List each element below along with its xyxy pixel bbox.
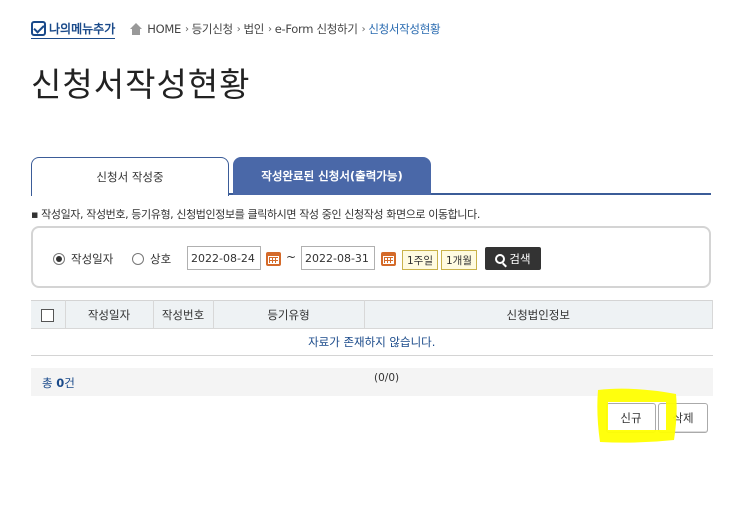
radio-unselected-icon: [132, 253, 144, 265]
search-panel: 작성일자 상호 ~ 1주일 1개월 검색: [31, 226, 711, 288]
search-button[interactable]: 검색: [485, 247, 541, 270]
column-write-date[interactable]: 작성일자: [64, 300, 154, 329]
new-button[interactable]: 신규: [606, 403, 656, 433]
chevron-right-icon: ›: [184, 23, 189, 35]
breadcrumb-eform[interactable]: e-Form 신청하기: [275, 21, 358, 37]
select-all-cell: [31, 300, 66, 329]
delete-button[interactable]: 삭제: [658, 403, 708, 433]
table-header-row: 작성일자 작성번호 등기유형 신청법인정보: [31, 300, 713, 329]
top-bar: 나의메뉴추가 HOME › 등기신청 › 법인 › e-Form 신청하기 › …: [31, 19, 441, 39]
radio-company-name-label: 상호: [150, 252, 172, 266]
table-row: 자료가 존재하지 않습니다.: [31, 328, 713, 356]
home-icon: [129, 23, 143, 35]
tab-bar: 신청서 작성중 작성완료된 신청서(출력가능): [31, 157, 711, 196]
search-button-label: 검색: [509, 251, 531, 266]
column-write-number[interactable]: 작성번호: [152, 300, 214, 329]
radio-selected-icon: [53, 253, 65, 265]
search-icon: [495, 253, 506, 264]
radio-write-date[interactable]: 작성일자: [53, 251, 113, 267]
radio-write-date-label: 작성일자: [71, 252, 114, 266]
breadcrumb-home[interactable]: HOME: [147, 22, 181, 36]
date-range-separator: ~: [286, 250, 297, 264]
notice-text: ▪ 작성일자, 작성번호, 등기유형, 신청법인정보를 클릭하시면 작성 중인 …: [31, 208, 480, 221]
chevron-right-icon: ›: [268, 23, 272, 35]
summary-bar: 총 0건 (0/0): [31, 368, 713, 396]
paging-indicator: (0/0): [374, 372, 400, 384]
breadcrumb: HOME › 등기신청 › 법인 › e-Form 신청하기 › 신청서작성현황: [129, 21, 441, 37]
checkbox-icon: [31, 20, 46, 36]
one-week-button[interactable]: 1주일: [402, 250, 438, 270]
breadcrumb-corporation[interactable]: 법인: [243, 21, 264, 37]
total-prefix: 총: [42, 376, 53, 390]
page-title: 신청서작성현황: [31, 65, 251, 104]
one-month-button[interactable]: 1개월: [441, 250, 477, 270]
my-menu-add-link[interactable]: 나의메뉴추가: [31, 20, 116, 39]
chevron-right-icon: ›: [236, 23, 241, 35]
chevron-right-icon: ›: [361, 23, 366, 35]
date-to-input[interactable]: [301, 246, 375, 270]
total-suffix: 건: [64, 376, 75, 390]
breadcrumb-current: 신청서작성현황: [368, 22, 441, 36]
date-from-input[interactable]: [187, 246, 261, 270]
total-count: 총 0건: [42, 375, 75, 391]
calendar-icon[interactable]: [381, 252, 396, 266]
tab-in-progress[interactable]: 신청서 작성중: [31, 157, 229, 196]
column-company-info[interactable]: 신청법인정보: [363, 300, 713, 329]
column-registration-type[interactable]: 등기유형: [212, 300, 365, 329]
application-table: 작성일자 작성번호 등기유형 신청법인정보 자료가 존재하지 않습니다.: [31, 300, 713, 356]
radio-company-name[interactable]: 상호: [132, 251, 171, 267]
select-all-checkbox[interactable]: [41, 308, 55, 322]
empty-message: 자료가 존재하지 않습니다.: [31, 328, 713, 356]
my-menu-add-label: 나의메뉴추가: [49, 21, 116, 36]
tab-completed[interactable]: 작성완료된 신청서(출력가능): [233, 157, 431, 195]
calendar-icon[interactable]: [266, 252, 281, 266]
breadcrumb-registration[interactable]: 등기신청: [192, 21, 233, 37]
